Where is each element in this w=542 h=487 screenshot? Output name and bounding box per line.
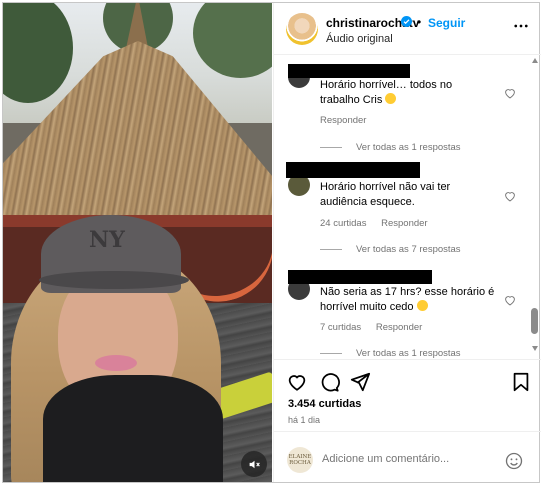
likes-count[interactable]: 3.454 curtidas [288,398,361,410]
author-avatar[interactable] [286,13,318,45]
header-separator: • [417,15,422,29]
heart-icon[interactable] [286,371,308,393]
comments-scrollbar[interactable] [530,56,539,358]
emoji-icon [416,300,428,311]
redacted-username [288,270,432,284]
verified-icon [401,16,412,27]
emoji-icon [385,93,397,104]
scroll-down-arrow-icon[interactable] [532,346,538,351]
post-actions: 3.454 curtidas há 1 dia [274,359,541,431]
comment-meta: Responder [320,115,378,126]
heart-icon[interactable] [503,86,517,100]
cap-brim [39,271,189,289]
reply-button[interactable]: Responder [376,322,422,333]
heart-icon[interactable] [503,189,517,203]
comment-input[interactable] [322,453,497,465]
avatar-text: ELAINE ROCHA [288,454,312,466]
reel-video[interactable]: NY [3,3,272,482]
post-header: christinarochatv • Seguir Áudio original [274,3,541,55]
comment-text: Horário horrível… todos no trabalho Cris [320,78,470,108]
view-replies-button[interactable]: Ver todas as 7 respostas [320,244,461,255]
person-lips [95,355,137,371]
redacted-username [288,64,410,78]
current-user-avatar: ELAINE ROCHA [287,447,313,473]
comment-text: Não seria as 17 hrs? esse horário é horr… [320,285,496,315]
view-replies-button[interactable]: Ver todas as 1 respostas [320,142,461,153]
reply-button[interactable]: Responder [381,218,427,229]
comment-text: Horário horrível não vai ter audiência e… [320,180,470,210]
more-options-icon[interactable] [512,17,530,35]
comment-meta: 24 curtidas Responder [320,218,440,229]
comment-likes[interactable]: 7 curtidas [320,322,361,333]
reply-button[interactable]: Responder [320,115,366,126]
post-time[interactable]: há 1 dia [288,415,320,425]
scrollbar-thumb[interactable] [531,308,538,334]
comment-likes[interactable]: 24 curtidas [320,218,366,229]
comment-text-content: Horário horrível não vai ter audiência e… [320,181,451,208]
comments-list[interactable]: Horário horrível… todos no trabalho Cris… [274,56,529,358]
audio-link[interactable]: Áudio original [326,33,393,45]
view-replies-button[interactable]: Ver todas as 1 respostas [320,348,461,358]
post-details-panel: christinarochatv • Seguir Áudio original… [273,3,541,482]
mute-icon [249,460,260,468]
scroll-up-arrow-icon[interactable] [532,58,538,63]
heart-icon[interactable] [503,293,517,307]
cap-logo: NY [89,227,125,253]
comment-text-content: Não seria as 17 hrs? esse horário é horr… [320,286,495,313]
comment-composer: ELAINE ROCHA [274,431,541,482]
emoji-icon[interactable] [504,451,524,471]
person-sweater [43,375,223,482]
comment-icon[interactable] [318,371,340,393]
share-icon[interactable] [349,371,371,393]
mute-button[interactable] [241,451,267,477]
save-icon[interactable] [510,371,532,393]
follow-button[interactable]: Seguir [428,16,465,30]
post-modal: NY christinarochatv • Seguir Áudio origi… [2,2,541,483]
redacted-username [286,162,420,178]
comment-meta: 7 curtidas Responder [320,322,434,333]
